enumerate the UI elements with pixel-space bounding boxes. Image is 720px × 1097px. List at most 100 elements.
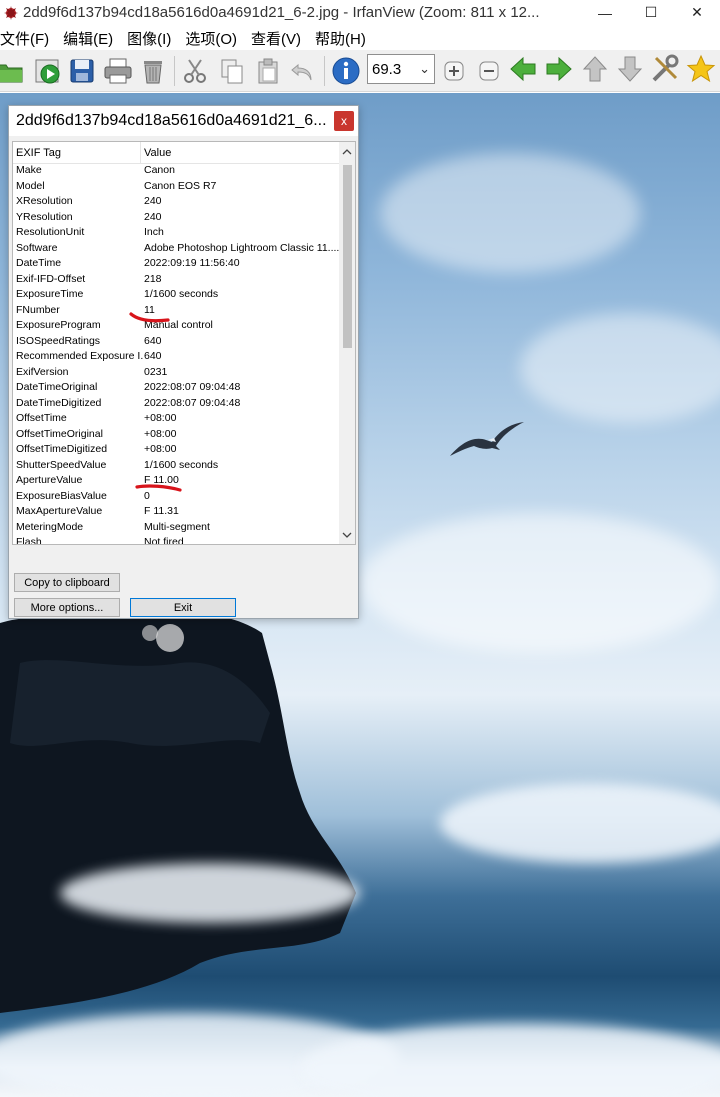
close-button[interactable]: ✕ [674, 0, 720, 25]
menu-options[interactable]: 选项(O) [184, 28, 244, 49]
star-favorite-icon[interactable] [686, 54, 716, 84]
table-row[interactable]: ResolutionUnit Inch [13, 226, 343, 242]
open-folder-icon[interactable] [0, 56, 24, 86]
table-row[interactable]: DateTime 2022:09:19 11:56:40 [13, 257, 343, 273]
dialog-title: 2dd9f6d137b94cd18a5616d0a4691d21_6... [16, 112, 327, 129]
exif-value-cell: Not fired [144, 536, 184, 545]
table-row[interactable]: XResolution 240 [13, 195, 343, 211]
tools-icon[interactable] [650, 54, 680, 84]
table-row[interactable]: Flash Not fired [13, 536, 343, 545]
cloud [520, 313, 720, 423]
zoom-in-icon[interactable] [439, 56, 469, 86]
save-icon[interactable] [67, 56, 97, 86]
exif-value-cell: 2022:09:19 11:56:40 [144, 257, 240, 269]
exif-value-cell: 240 [144, 195, 162, 207]
dialog-close-button[interactable]: x [334, 111, 354, 131]
menu-file[interactable]: 文件(F) [0, 28, 56, 49]
exif-tag-cell: Exif-IFD-Offset [16, 272, 86, 285]
zoom-combobox[interactable]: 69.3 ⌄ [367, 54, 435, 84]
column-header-value[interactable]: Value [141, 142, 171, 164]
exif-tag-cell: ExposureTime [16, 288, 84, 300]
copy-to-clipboard-button[interactable]: Copy to clipboard [14, 573, 120, 592]
exif-tag-cell: ExposureProgram [16, 319, 101, 331]
table-row[interactable]: MaxApertureValue F 11.31 [13, 505, 343, 521]
copy-icon[interactable] [217, 56, 247, 86]
zoom-out-icon[interactable] [474, 56, 504, 86]
minimize-button[interactable]: — [582, 0, 628, 25]
exif-tag-cell: DateTime [16, 257, 62, 269]
table-row[interactable]: OffsetTimeOriginal +08:00 [13, 428, 343, 444]
exit-button[interactable]: Exit [130, 598, 236, 617]
dialog-title-bar: 2dd9f6d137b94cd18a5616d0a4691d21_6... x [9, 106, 358, 136]
more-options-button[interactable]: More options... [14, 598, 120, 617]
delete-icon[interactable] [138, 56, 168, 86]
menu-help[interactable]: 帮助(H) [314, 28, 373, 49]
seabird [450, 422, 524, 456]
maximize-button[interactable]: ☐ [628, 0, 674, 25]
column-header-tag[interactable]: EXIF Tag [13, 142, 141, 164]
exif-tag-cell: ShutterSpeedValue [16, 458, 107, 471]
menu-edit[interactable]: 编辑(E) [62, 28, 120, 49]
table-row[interactable]: ShutterSpeedValue 1/1600 seconds [13, 459, 343, 475]
menu-view[interactable]: 查看(V) [250, 28, 308, 49]
exif-value-cell: Inch [144, 226, 164, 238]
table-row[interactable]: Software Adobe Photoshop Lightroom Classi… [13, 242, 343, 258]
wave-foam [60, 863, 360, 923]
menu-bar: 文件(F) 编辑(E) 图像(I) 选项(O) 查看(V) 帮助(H) [0, 27, 379, 49]
exif-value-cell: 2022:08:07 09:04:48 [144, 381, 241, 393]
exif-value-cell: 240 [144, 210, 162, 223]
table-row[interactable]: ExposureTime 1/1600 seconds [13, 288, 343, 304]
exif-value-cell: Canon EOS R7 [144, 179, 217, 192]
menu-image[interactable]: 图像(I) [126, 28, 178, 49]
exif-value-cell: +08:00 [144, 443, 177, 455]
table-row[interactable]: ISOSpeedRatings 640 [13, 335, 343, 351]
scroll-down-icon[interactable] [339, 527, 355, 543]
vertical-scrollbar[interactable] [339, 142, 355, 544]
exif-value-cell: F 11.31 [144, 505, 179, 517]
table-row[interactable]: Recommended Exposure I... 640 [13, 350, 343, 366]
exif-value-cell: Adobe Photoshop Lightroom Classic 11.... [144, 241, 339, 254]
exif-value-cell: 640 [144, 334, 162, 347]
exif-list[interactable]: EXIF Tag Value Make Canon Model Canon EOS R… [12, 141, 356, 545]
table-row[interactable]: Make Canon [13, 164, 343, 180]
paste-icon[interactable] [253, 56, 283, 86]
exif-tag-cell: Recommended Exposure I... [16, 350, 144, 362]
window-title: 2dd9f6d137b94cd18a5616d0a4691d21_6-2.jpg… [23, 4, 540, 21]
exif-tag-cell: Software [16, 241, 58, 254]
table-row[interactable]: YResolution 240 [13, 211, 343, 227]
table-row[interactable]: FNumber 11 [13, 304, 343, 320]
up-arrow-icon[interactable] [580, 54, 610, 84]
exif-value-cell: 1/1600 seconds [144, 288, 219, 300]
previous-arrow-icon[interactable] [508, 54, 538, 84]
wave-foam [440, 783, 720, 863]
scrollbar-thumb[interactable] [343, 165, 352, 348]
chevron-down-icon[interactable]: ⌄ [419, 61, 430, 77]
undo-icon[interactable] [288, 56, 318, 86]
exif-value-cell: 1/1600 seconds [144, 458, 219, 471]
info-icon[interactable] [331, 56, 361, 86]
table-row[interactable]: Model Canon EOS R7 [13, 180, 343, 196]
list-header: EXIF Tag Value [13, 142, 341, 164]
table-row[interactable]: DateTimeDigitized 2022:08:07 09:04:48 [13, 397, 343, 413]
exif-value-cell: 11 [144, 303, 155, 316]
rock-cliff [0, 610, 356, 1013]
exif-tag-cell: ExposureBiasValue [16, 489, 107, 502]
exif-value-cell: +08:00 [144, 427, 177, 440]
table-row[interactable]: OffsetTimeDigitized +08:00 [13, 443, 343, 459]
next-arrow-icon[interactable] [544, 54, 574, 84]
exif-value-cell: Manual control [144, 319, 213, 331]
exif-value-cell: Multi-segment [144, 520, 210, 533]
scroll-up-icon[interactable] [339, 144, 355, 160]
toolbar [0, 50, 720, 92]
table-row[interactable]: OffsetTime +08:00 [13, 412, 343, 428]
print-icon[interactable] [103, 56, 133, 86]
cut-icon[interactable] [180, 56, 210, 86]
table-row[interactable]: ExifVersion 0231 [13, 366, 343, 382]
table-row[interactable]: DateTimeOriginal 2022:08:07 09:04:48 [13, 381, 343, 397]
table-row[interactable]: ExposureProgram Manual control [13, 319, 343, 335]
slideshow-icon[interactable] [33, 56, 63, 86]
table-row[interactable]: MeteringMode Multi-segment [13, 521, 343, 537]
irfanview-app-icon[interactable] [3, 5, 19, 21]
down-arrow-icon[interactable] [615, 54, 645, 84]
table-row[interactable]: Exif-IFD-Offset 218 [13, 273, 343, 289]
